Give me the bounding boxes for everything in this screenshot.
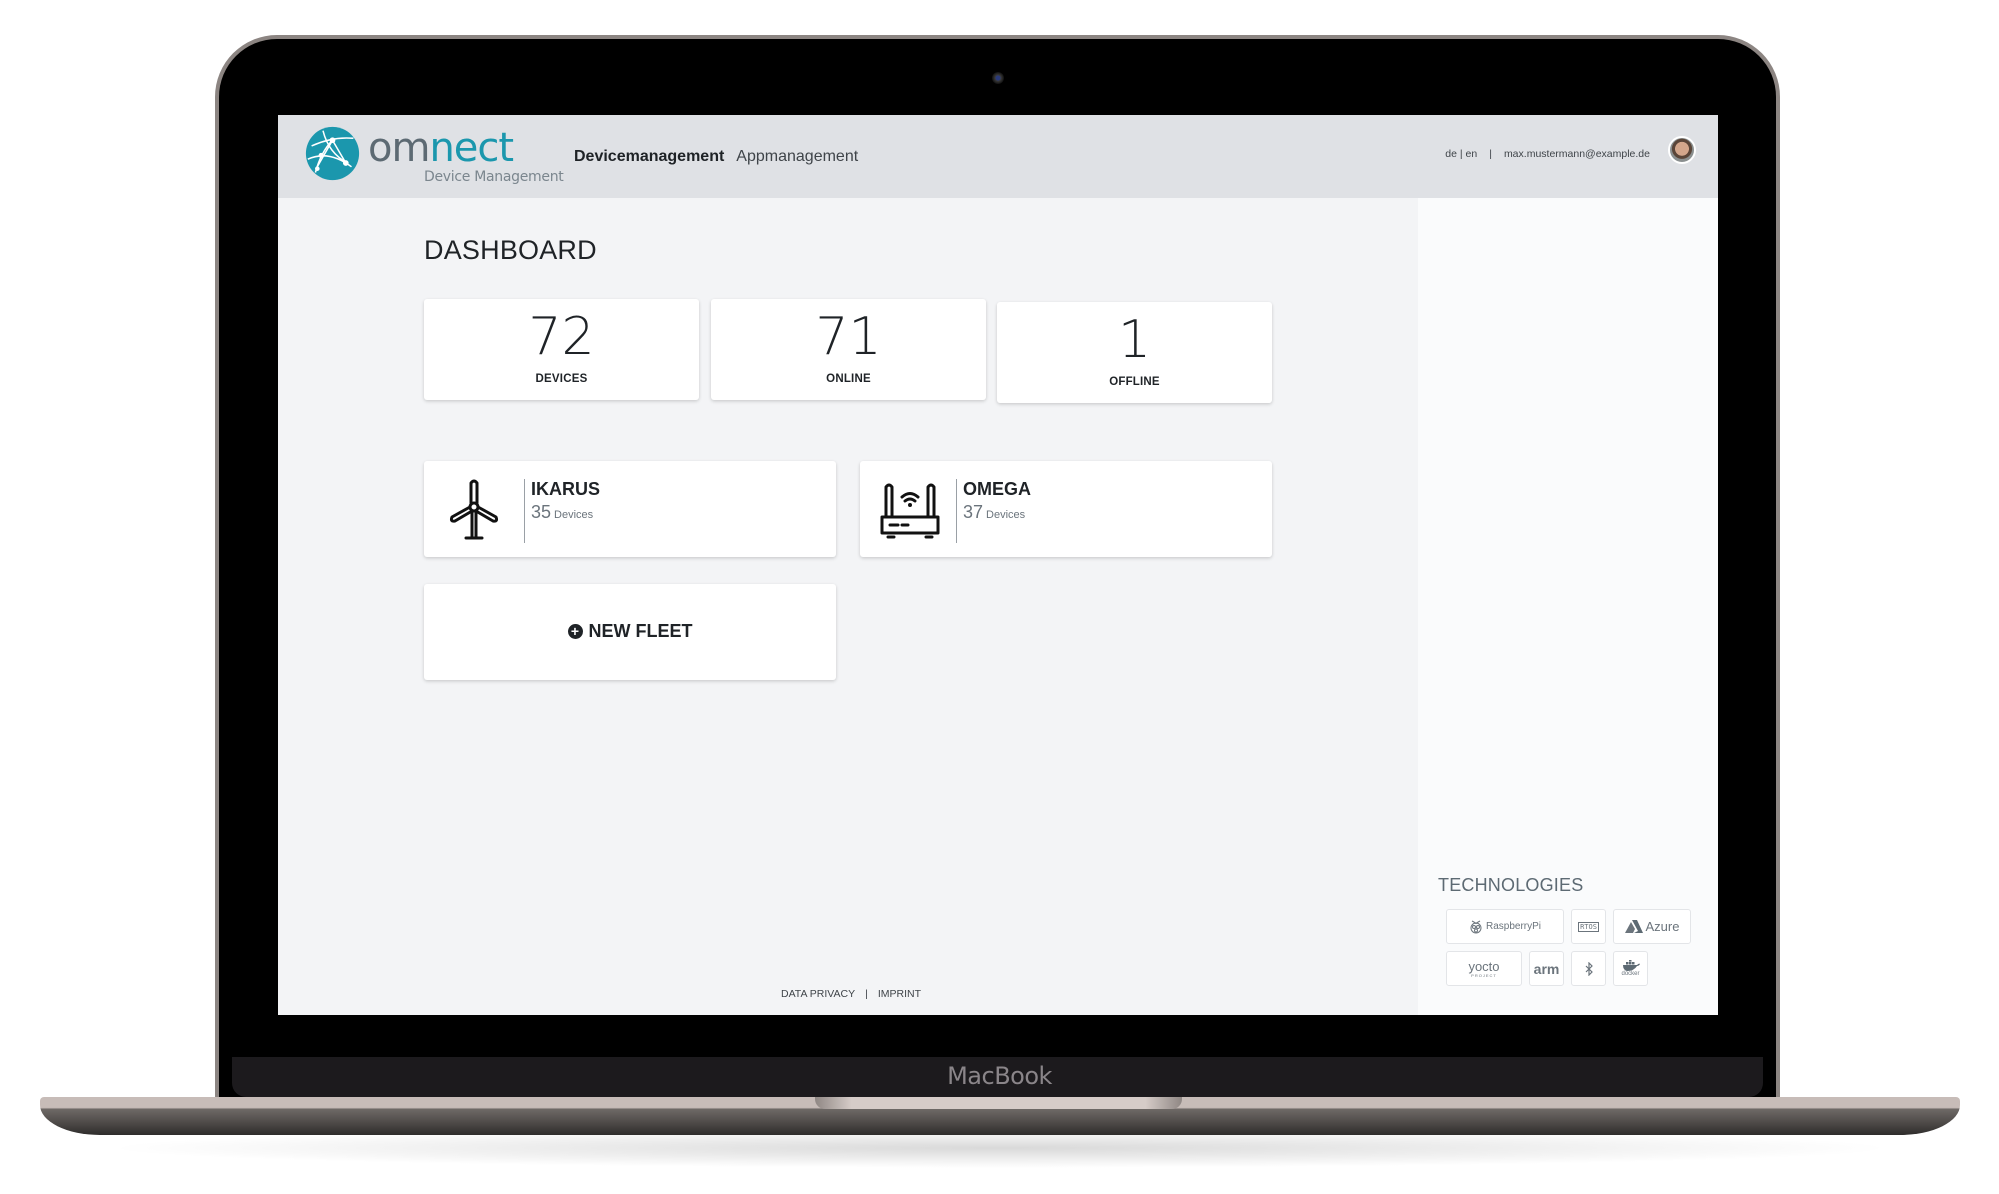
yocto-icon: yocto	[1468, 958, 1500, 974]
tech-tile-rtos[interactable]: RTOS	[1571, 909, 1606, 944]
tech-tile-bluetooth[interactable]	[1571, 951, 1606, 986]
tech-label: RaspberryPi	[1485, 921, 1542, 932]
tech-tile-docker[interactable]: docker	[1613, 951, 1648, 986]
stat-card-devices[interactable]: 72 DEVICES	[424, 299, 699, 400]
wifi-router-icon	[880, 483, 940, 539]
fleet-count-number: 35	[531, 502, 552, 522]
fleet-count-number: 37	[963, 502, 984, 522]
wind-turbine-icon	[449, 479, 499, 540]
new-fleet-label: NEW FLEET	[588, 621, 693, 641]
tech-sublabel: PROJECT	[1471, 972, 1497, 978]
tech-tile-yocto[interactable]: yocto PROJECT	[1446, 951, 1522, 986]
stat-value: 72	[528, 307, 595, 367]
nav-devicemanagement[interactable]: Devicemanagement	[574, 148, 724, 166]
fleet-device-count: 37 Devices	[963, 502, 1025, 523]
lang-de[interactable]: de	[1445, 148, 1457, 160]
top-header: omnect Device Management Devicemanagemen…	[278, 115, 1718, 198]
fleet-count-unit: Devices	[554, 509, 594, 521]
logo-subtitle: Device Management	[424, 169, 564, 185]
tech-tile-raspberrypi[interactable]: RaspberryPi	[1446, 909, 1564, 944]
plus-circle-icon: +	[567, 624, 583, 639]
footer-links: DATA PRIVACY | IMPRINT	[781, 988, 921, 1000]
tech-label: Azure	[1645, 919, 1680, 934]
fleet-name: IKARUS	[531, 479, 601, 499]
globe-network-icon[interactable]	[304, 125, 361, 182]
user-avatar[interactable]	[1668, 136, 1696, 164]
fleet-divider	[956, 479, 957, 543]
imprint-link[interactable]: IMPRINT	[878, 988, 921, 1000]
stat-value: 71	[815, 307, 882, 367]
stat-card-offline[interactable]: 1 OFFLINE	[997, 302, 1272, 403]
fleet-count-unit: Devices	[986, 509, 1026, 521]
app-screen: omnect Device Management Devicemanagemen…	[278, 115, 1718, 1015]
new-fleet-label-wrap: + NEW FLEET	[424, 621, 836, 642]
stat-label: OFFLINE	[1109, 376, 1160, 388]
user-area: de | en | max.mustermann@example.de	[1445, 148, 1650, 160]
stat-label: DEVICES	[535, 373, 588, 385]
stat-card-online[interactable]: 71 ONLINE	[711, 299, 986, 400]
data-privacy-link[interactable]: DATA PRIVACY	[781, 988, 855, 1000]
technologies-title: TECHNOLOGIES	[1438, 875, 1584, 895]
tech-label: docker	[1621, 971, 1640, 977]
azure-icon	[1624, 920, 1643, 933]
device-brand-label: MacBook	[947, 1062, 1052, 1090]
language-switcher: de | en	[1445, 148, 1477, 160]
fleet-card-ikarus[interactable]: IKARUS 35 Devices	[424, 461, 836, 557]
page-title: DASHBOARD	[424, 235, 597, 265]
fleet-divider	[524, 479, 525, 543]
lang-en[interactable]: en	[1466, 148, 1478, 160]
tech-tile-azure[interactable]: Azure	[1613, 909, 1691, 944]
arm-icon: arm	[1533, 960, 1560, 977]
main-nav: Devicemanagement Appmanagement	[574, 148, 858, 166]
new-fleet-button[interactable]: + NEW FLEET	[424, 584, 836, 680]
nav-appmanagement[interactable]: Appmanagement	[736, 148, 858, 166]
header-separator: |	[1489, 148, 1492, 160]
tech-tile-arm[interactable]: arm	[1529, 951, 1564, 986]
user-email[interactable]: max.mustermann@example.de	[1504, 148, 1650, 160]
raspberry-pi-icon	[1470, 920, 1482, 933]
bluetooth-icon	[1585, 961, 1593, 976]
footer-separator: |	[865, 988, 868, 1000]
logo-wordmark[interactable]: omnect	[368, 125, 514, 171]
camera-icon	[992, 72, 1004, 84]
lang-separator: |	[1459, 148, 1463, 160]
rtos-icon: RTOS	[1578, 921, 1599, 932]
logo-text-accent: nect	[429, 125, 514, 171]
logo-text-primary: om	[368, 125, 430, 171]
stat-label: ONLINE	[826, 373, 871, 385]
fleet-card-omega[interactable]: OMEGA 37 Devices	[860, 461, 1272, 557]
fleet-device-count: 35 Devices	[531, 502, 593, 523]
stat-value: 1	[1117, 310, 1152, 370]
docker-icon	[1622, 960, 1640, 971]
laptop-base-notch	[815, 1097, 1182, 1109]
fleet-name: OMEGA	[963, 479, 1032, 499]
